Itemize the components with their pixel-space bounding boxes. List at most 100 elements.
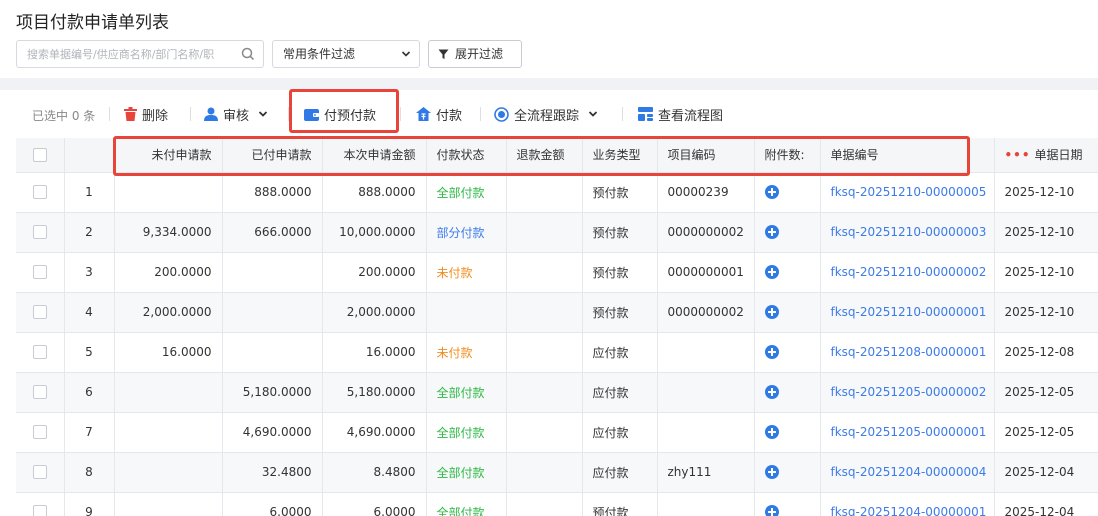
cell-project-code [657, 332, 755, 373]
col-header-amount[interactable]: 本次申请金额 [322, 138, 427, 173]
cell-attachments [754, 492, 821, 516]
row-checkbox[interactable] [32, 385, 47, 400]
search-box[interactable] [16, 40, 264, 68]
add-attachment-icon[interactable] [764, 465, 779, 480]
cell-project-code: 0000000001 [657, 252, 755, 293]
cell-unpaid: 16.0000 [114, 332, 223, 373]
add-attachment-icon[interactable] [764, 385, 779, 400]
table-row[interactable]: 5 16.0000 16.0000 未付款 应付款 fksq-20251208-00000… [16, 332, 1098, 373]
select-all-checkbox[interactable] [32, 148, 47, 162]
cell-doc-no[interactable]: fksq-20251204-00000004 [820, 452, 995, 493]
col-header-refund[interactable]: 退款金额 [506, 138, 583, 173]
trace-button[interactable]: 全流程跟踪 [494, 104, 603, 124]
table-row[interactable]: 8 32.4800 8.4800 全部付款 应付款 zhy111 fksq-20251204… [16, 452, 1098, 493]
row-checkbox[interactable] [32, 345, 47, 360]
row-checkbox[interactable] [32, 305, 47, 320]
table-row[interactable]: 4 2,000.0000 2,000.0000 预付款 0000000002 fksq-2… [16, 292, 1098, 333]
search-input[interactable] [17, 41, 232, 67]
cell-refund [506, 372, 583, 413]
cell-refund [506, 412, 583, 453]
audit-label: 审核 [223, 108, 250, 124]
col-header-status[interactable]: 付款状态 [426, 138, 507, 173]
audit-button[interactable]: 审核 [204, 104, 273, 124]
add-attachment-icon[interactable] [764, 505, 779, 516]
row-checkbox-cell[interactable] [16, 212, 65, 253]
row-checkbox[interactable] [32, 265, 47, 280]
row-checkbox-cell[interactable] [16, 252, 65, 293]
cell-doc-no[interactable]: fksq-20251205-00000002 [820, 372, 995, 413]
pay-label: 付款 [436, 108, 463, 124]
add-attachment-icon[interactable] [764, 305, 779, 320]
table-row[interactable]: 6 5,180.0000 5,180.0000 全部付款 应付款 fksq-2025120… [16, 372, 1098, 413]
cell-doc-no[interactable]: fksq-20251204-00000001 [820, 492, 995, 516]
target-icon [494, 106, 509, 122]
row-checkbox-cell[interactable] [16, 452, 65, 493]
add-attachment-icon[interactable] [764, 225, 779, 240]
row-checkbox-cell[interactable] [16, 492, 65, 516]
add-attachment-icon[interactable] [764, 265, 779, 280]
expand-filter-button[interactable]: 展开过滤 [428, 40, 522, 68]
cell-doc-no[interactable]: fksq-20251210-00000001 [820, 292, 995, 333]
search-icon[interactable] [241, 47, 255, 61]
row-checkbox-cell[interactable] [16, 172, 65, 213]
cell-doc-date: 2025-12-05 [994, 412, 1098, 453]
col-header-attachments[interactable]: 附件数: [754, 138, 821, 173]
cell-status: 全部付款 [426, 412, 507, 453]
col-header-paid[interactable]: 已付申请款 [222, 138, 323, 173]
filter-icon [438, 49, 449, 59]
row-checkbox[interactable] [32, 505, 47, 516]
toolbar-separator [480, 107, 481, 121]
row-checkbox[interactable] [32, 225, 47, 240]
cell-paid: 666.0000 [222, 212, 323, 253]
cell-amount: 200.0000 [322, 252, 427, 293]
cell-project-code [657, 372, 755, 413]
add-attachment-icon[interactable] [764, 185, 779, 200]
row-checkbox-cell[interactable] [16, 292, 65, 333]
cell-doc-no[interactable]: fksq-20251205-00000001 [820, 412, 995, 453]
cell-biz-type: 应付款 [582, 372, 658, 413]
add-attachment-icon[interactable] [764, 345, 779, 360]
col-header-doc-date[interactable]: ••• 单据日期 [994, 138, 1098, 173]
more-dots-icon: ••• [1004, 148, 1031, 163]
cell-unpaid [114, 172, 223, 213]
cell-doc-no[interactable]: fksq-20251210-00000002 [820, 252, 995, 293]
cell-doc-no[interactable]: fksq-20251210-00000003 [820, 212, 995, 253]
flowchart-button[interactable]: 查看流程图 [638, 104, 723, 124]
table-row[interactable]: 3 200.0000 200.0000 未付款 预付款 0000000001 fksq-20… [16, 252, 1098, 293]
cell-doc-no[interactable]: fksq-20251210-00000005 [820, 172, 995, 213]
cell-status: 未付款 [426, 332, 507, 373]
table-row[interactable]: 7 4,690.0000 4,690.0000 全部付款 应付款 fksq-2025120… [16, 412, 1098, 453]
row-checkbox[interactable] [32, 425, 47, 440]
add-attachment-icon[interactable] [764, 425, 779, 440]
delete-label: 删除 [142, 108, 169, 124]
cell-index: 2 [64, 212, 115, 253]
col-header-project-code[interactable]: 项目编码 [657, 138, 755, 173]
cell-doc-no[interactable]: fksq-20251208-00000001 [820, 332, 995, 373]
cell-project-code [657, 412, 755, 453]
select-all-checkbox-cell[interactable] [16, 138, 65, 173]
col-header-unpaid[interactable]: 未付申请款 [114, 138, 223, 173]
chevron-down-icon [258, 111, 268, 117]
delete-button[interactable]: 删除 [124, 104, 168, 124]
table-row[interactable]: 2 9,334.0000 666.0000 10,000.0000 部分付款 预付款 000… [16, 212, 1098, 253]
row-checkbox[interactable] [32, 465, 47, 480]
expand-filter-label: 展开过滤 [455, 47, 504, 61]
row-checkbox-cell[interactable] [16, 372, 65, 413]
cell-biz-type: 预付款 [582, 252, 658, 293]
row-checkbox[interactable] [32, 185, 47, 200]
pay-button[interactable]: 付款 [416, 104, 462, 124]
selected-count: 已选中 0 条 [32, 109, 96, 123]
col-header-biz-type[interactable]: 业务类型 [582, 138, 658, 173]
cell-paid [222, 292, 323, 333]
col-header-doc-no[interactable]: 单据编号 [820, 138, 995, 173]
row-checkbox-cell[interactable] [16, 412, 65, 453]
cell-unpaid [114, 492, 223, 516]
prepay-button[interactable]: 付预付款 [304, 104, 376, 124]
table-row[interactable]: 9 6.0000 6.0000 全部付款 预付款 fksq-20251204-000000… [16, 492, 1098, 516]
payment-request-table: 未付申请款 已付申请款 本次申请金额 付款状态 退款金额 业务类型 项目编码 附… [16, 138, 1098, 516]
table-row[interactable]: 1 888.0000 888.0000 全部付款 预付款 00000239 fksq-202… [16, 172, 1098, 213]
row-checkbox-cell[interactable] [16, 332, 65, 373]
filter-select[interactable]: 常用条件过滤 [272, 40, 420, 68]
cell-status: 未付款 [426, 252, 507, 293]
cell-doc-date: 2025-12-10 [994, 292, 1098, 333]
